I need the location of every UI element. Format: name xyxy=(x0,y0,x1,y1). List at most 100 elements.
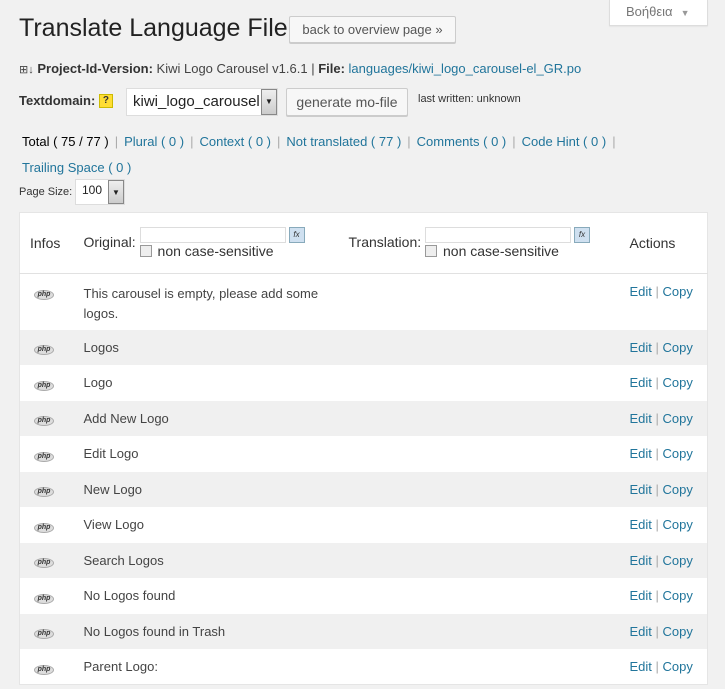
translation-case-checkbox[interactable] xyxy=(425,245,438,258)
php-icon: php xyxy=(34,629,54,640)
textdomain-select[interactable]: kiwi_logo_carousel ▼ xyxy=(126,88,278,116)
copy-link[interactable]: Copy xyxy=(663,284,693,299)
separator: | xyxy=(407,134,411,149)
php-icon: php xyxy=(34,416,54,427)
generate-mo-file-button[interactable]: generate mo-file xyxy=(286,88,408,116)
edit-link[interactable]: Edit xyxy=(630,284,652,299)
php-icon: php xyxy=(34,558,54,569)
php-icon: php xyxy=(34,451,54,462)
back-to-overview-button[interactable]: back to overview page » xyxy=(289,16,456,43)
table-row: php Edit Logo Edit | Copy xyxy=(20,436,708,472)
infos-header: Infos xyxy=(19,212,83,274)
php-icon: php xyxy=(34,380,54,391)
original-text: This carousel is empty, please add some … xyxy=(83,286,319,321)
help-tab[interactable]: Βοήθεια ▼ xyxy=(609,0,708,26)
filter-3[interactable]: Not translated ( 77 ) xyxy=(286,134,401,149)
separator: | xyxy=(655,481,659,497)
separator: | xyxy=(277,134,281,149)
project-version: Kiwi Logo Carousel v1.6.1 xyxy=(156,61,308,76)
edit-link[interactable]: Edit xyxy=(630,553,652,568)
copy-link[interactable]: Copy xyxy=(663,375,693,390)
filter-6[interactable]: Trailing Space ( 0 ) xyxy=(22,160,131,175)
edit-link[interactable]: Edit xyxy=(630,482,652,497)
copy-link[interactable]: Copy xyxy=(663,340,693,355)
case-label: non case-sensitive xyxy=(157,243,274,260)
table-row: php Search Logos Edit | Copy xyxy=(19,542,708,578)
original-text: View Logo xyxy=(83,517,144,533)
edit-link[interactable]: Edit xyxy=(630,446,652,461)
php-icon: php xyxy=(34,593,54,604)
filter-0[interactable]: Total ( 75 / 77 ) xyxy=(22,134,109,149)
table-row: php Add New Logo Edit | Copy xyxy=(19,400,708,436)
separator: | xyxy=(512,134,516,149)
php-icon: php xyxy=(34,345,54,356)
copy-link[interactable]: Copy xyxy=(663,553,693,568)
filter-links: Total ( 75 / 77 ) | Plural ( 0 ) | Context (… xyxy=(22,129,702,181)
separator: | xyxy=(655,375,659,391)
copy-link[interactable]: Copy xyxy=(663,659,693,674)
filter-5[interactable]: Code Hint ( 0 ) xyxy=(522,134,607,149)
translation-filter-input[interactable] xyxy=(425,227,572,244)
separator: | xyxy=(655,659,659,674)
original-header: Original: fx non case-sensitive xyxy=(82,212,348,274)
copy-link[interactable]: Copy xyxy=(663,482,693,497)
copy-link[interactable]: Copy xyxy=(663,517,693,532)
original-text: Logo xyxy=(83,375,113,391)
textdomain-label: Textdomain: xyxy=(19,93,96,108)
filter-1[interactable]: Plural ( 0 ) xyxy=(124,134,184,149)
edit-link[interactable]: Edit xyxy=(630,517,652,532)
filter-2[interactable]: Context ( 0 ) xyxy=(199,134,271,149)
translation-header: Translation: fx non case-sensitive xyxy=(347,212,629,274)
table-row: php Logos Edit | Copy xyxy=(19,329,708,365)
help-icon[interactable]: ? xyxy=(98,94,113,108)
separator: | xyxy=(655,552,659,568)
edit-link[interactable]: Edit xyxy=(630,375,652,390)
expand-icon[interactable]: ⊞↓ xyxy=(19,64,34,76)
separator: | xyxy=(190,134,194,149)
original-text: No Logos found xyxy=(83,588,176,604)
original-text: Search Logos xyxy=(83,552,164,568)
original-text: Parent Logo: xyxy=(83,659,158,674)
regex-fx-icon[interactable]: fx xyxy=(288,227,305,244)
original-label: Original: xyxy=(83,233,136,250)
table-row: php No Logos found in Trash Edit | Copy xyxy=(19,613,708,649)
edit-link[interactable]: Edit xyxy=(630,588,652,603)
copy-link[interactable]: Copy xyxy=(663,624,693,639)
regex-fx-icon[interactable]: fx xyxy=(574,227,591,244)
original-text: Logos xyxy=(83,339,119,355)
separator: | xyxy=(612,134,616,149)
original-text: Edit Logo xyxy=(83,446,139,462)
dropdown-arrow-icon: ▼ xyxy=(108,180,124,204)
original-case-checkbox[interactable] xyxy=(139,245,152,258)
filter-4[interactable]: Comments ( 0 ) xyxy=(417,134,507,149)
separator: | xyxy=(655,446,659,462)
table-row: php View Logo Edit | Copy xyxy=(20,507,708,543)
chevron-down-icon: ▼ xyxy=(680,8,690,18)
copy-link[interactable]: Copy xyxy=(663,446,693,461)
table-row: php This carousel is empty, please add s… xyxy=(20,274,708,330)
original-text: Add New Logo xyxy=(83,410,169,426)
actions-header: Actions xyxy=(628,212,708,274)
case-label: non case-sensitive xyxy=(443,243,559,260)
textdomain-value: kiwi_logo_carousel xyxy=(133,93,260,110)
file-link[interactable]: languages/kiwi_logo_carousel-el_GR.po xyxy=(349,61,582,76)
page-size-label: Page Size: xyxy=(19,186,73,198)
edit-link[interactable]: Edit xyxy=(630,340,652,355)
table-row: php New Logo Edit | Copy xyxy=(19,471,708,507)
php-icon: php xyxy=(34,522,54,533)
page-size-select[interactable]: 100 ▼ xyxy=(75,179,125,205)
table-row: php No Logos found Edit | Copy xyxy=(20,578,708,614)
help-label: Βοήθεια xyxy=(626,4,673,19)
separator: | xyxy=(655,588,659,604)
original-filter-input[interactable] xyxy=(139,227,286,244)
project-info: ⊞↓ Project-Id-Version: Kiwi Logo Carouse… xyxy=(19,61,582,76)
translation-label: Translation: xyxy=(348,233,422,250)
edit-link[interactable]: Edit xyxy=(630,659,652,674)
separator: | xyxy=(655,284,659,299)
copy-link[interactable]: Copy xyxy=(663,588,693,603)
separator: | xyxy=(114,134,119,149)
edit-link[interactable]: Edit xyxy=(630,624,652,639)
edit-link[interactable]: Edit xyxy=(630,411,652,426)
php-icon: php xyxy=(34,290,54,300)
copy-link[interactable]: Copy xyxy=(663,411,693,426)
